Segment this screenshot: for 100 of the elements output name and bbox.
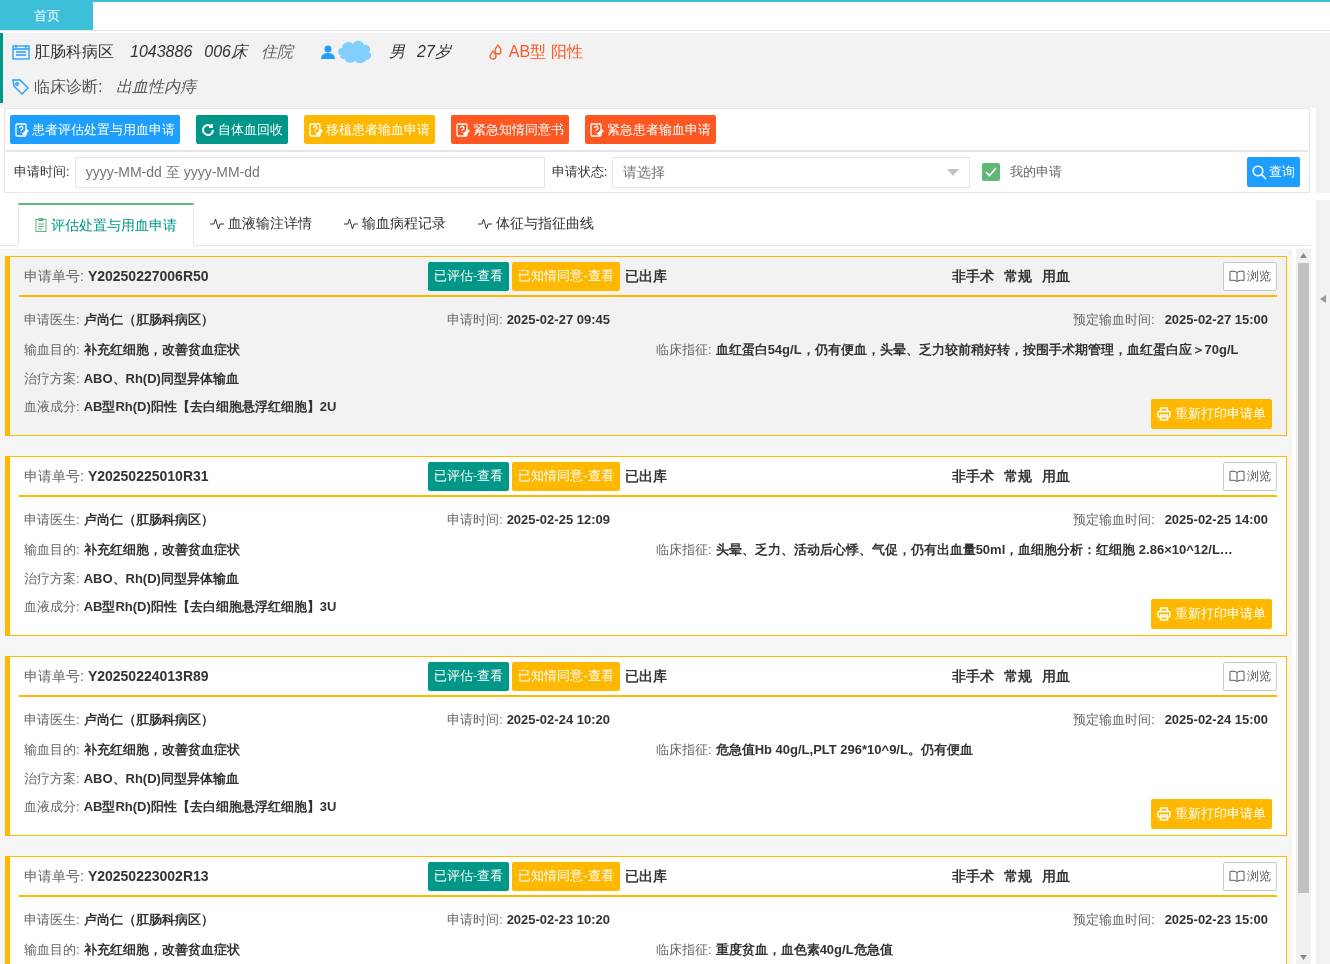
bed-number: 006床 bbox=[204, 42, 247, 62]
field-label: 临床指征: bbox=[656, 541, 712, 560]
delivery-status: 已出库 bbox=[624, 866, 667, 886]
field-value: 2025-02-25 12:09 bbox=[506, 511, 610, 530]
home-tab[interactable]: 首页 bbox=[0, 2, 93, 30]
action-button[interactable]: 紧急患者输血申请 bbox=[585, 115, 716, 144]
field-label: 输血目的: bbox=[24, 941, 80, 960]
status-filter-label: 申请状态: bbox=[551, 163, 608, 182]
browse-button[interactable]: 浏览 bbox=[1223, 261, 1277, 291]
field-value: 2025-02-27 15:00 bbox=[1164, 311, 1268, 330]
time-filter-label: 申请时间: bbox=[14, 163, 70, 182]
book-icon bbox=[1229, 270, 1245, 282]
application-tag: 常规 bbox=[1004, 465, 1032, 487]
browse-button[interactable]: 浏览 bbox=[1223, 461, 1277, 491]
field-value: 卢尚仁（肛肠科病区） bbox=[83, 511, 214, 530]
content-tab[interactable]: 体征与指征曲线 bbox=[462, 202, 610, 245]
mine-checkbox[interactable] bbox=[982, 163, 1001, 181]
field-label: 申请时间: bbox=[447, 311, 503, 330]
date-range-field[interactable]: yyyy-MM-dd 至 yyyy-MM-dd bbox=[74, 156, 545, 188]
field-label: 血液成分: bbox=[24, 398, 80, 417]
application-tag: 非手术 bbox=[952, 865, 994, 887]
application-tag: 常规 bbox=[1004, 665, 1032, 687]
printer-icon bbox=[1157, 607, 1171, 621]
browse-button[interactable]: 浏览 bbox=[1223, 661, 1277, 691]
application-tag: 常规 bbox=[1004, 265, 1032, 287]
content-tab[interactable]: 血液输注详情 bbox=[194, 202, 328, 245]
printer-icon bbox=[1157, 807, 1171, 821]
search-button[interactable]: 查询 bbox=[1247, 157, 1300, 187]
form-edit-icon bbox=[590, 122, 604, 137]
field-value: 卢尚仁（肛肠科病区） bbox=[83, 711, 214, 730]
pulse-icon bbox=[478, 217, 492, 230]
action-button[interactable]: 自体血回收 bbox=[196, 115, 288, 144]
blood-drops-icon bbox=[488, 44, 505, 60]
field-label: 输血目的: bbox=[24, 741, 80, 760]
field-label: 临床指征: bbox=[656, 941, 712, 960]
application-tag: 非手术 bbox=[952, 665, 994, 687]
field-value: 头晕、乏力、活动后心悸、气促，仍有出血量50ml，血细胞分析：红细胞 2.86×10^12/L… bbox=[715, 541, 1233, 560]
application-number-label: 申请单号: bbox=[23, 666, 84, 686]
scrollbar-thumb[interactable] bbox=[1298, 263, 1309, 893]
field-value: 补充红细胞，改善贫血症状 bbox=[83, 341, 240, 360]
action-button[interactable]: 紧急知情同意书 bbox=[451, 115, 569, 144]
application-tag: 非手术 bbox=[952, 265, 994, 287]
application-number-label: 申请单号: bbox=[23, 866, 84, 886]
field-label: 临床指征: bbox=[656, 341, 712, 360]
field-value: 2025-02-24 15:00 bbox=[1164, 711, 1268, 730]
field-value: 2025-02-24 10:20 bbox=[506, 711, 610, 730]
field-value: ABO、Rh(D)同型异体输血 bbox=[83, 370, 239, 389]
delivery-status: 已出库 bbox=[624, 666, 667, 686]
application-tag: 用血 bbox=[1042, 665, 1070, 687]
status-select[interactable]: 请选择 bbox=[612, 156, 971, 188]
mine-checkbox-label: 我的申请 bbox=[1010, 163, 1063, 182]
search-icon bbox=[1252, 164, 1267, 180]
field-label: 申请时间: bbox=[447, 911, 503, 930]
browse-button[interactable]: 浏览 bbox=[1223, 861, 1277, 891]
field-label: 预定输血时间: bbox=[1073, 911, 1155, 930]
field-label: 申请医生: bbox=[24, 511, 80, 530]
application-tag: 用血 bbox=[1042, 865, 1070, 887]
dropdown-caret-icon bbox=[947, 168, 960, 176]
field-value: 卢尚仁（肛肠科病区） bbox=[83, 911, 214, 930]
application-number-label: 申请单号: bbox=[23, 266, 84, 286]
application-number: Y20250224013R89 bbox=[87, 666, 210, 686]
status-badge-button[interactable]: 已评估-查看 bbox=[427, 461, 510, 491]
application-tag: 用血 bbox=[1042, 265, 1070, 287]
content-tab[interactable]: 评估处置与用血申请 bbox=[18, 203, 194, 246]
pulse-icon bbox=[344, 217, 358, 230]
field-value: 2025-02-25 14:00 bbox=[1164, 511, 1268, 530]
field-label: 申请医生: bbox=[24, 711, 80, 730]
book-icon bbox=[1229, 670, 1245, 682]
field-label: 预定输血时间: bbox=[1073, 311, 1155, 330]
field-label: 治疗方案: bbox=[24, 370, 80, 389]
status-badge-button[interactable]: 已评估-查看 bbox=[427, 861, 510, 891]
field-value: ABO、Rh(D)同型异体输血 bbox=[83, 570, 239, 589]
status-badge-button[interactable]: 已评估-查看 bbox=[427, 261, 510, 291]
scroll-up-arrow-icon[interactable] bbox=[1300, 253, 1307, 258]
field-value: AB型Rh(D)阳性【去白细胞悬浮红细胞】3U bbox=[83, 598, 337, 617]
inpatient-number: 1043886 bbox=[130, 42, 193, 62]
action-button[interactable]: 患者评估处置与用血申请 bbox=[10, 115, 180, 144]
field-value: 重度贫血，血色素40g/L危急值 bbox=[715, 941, 893, 960]
field-value: ABO、Rh(D)同型异体输血 bbox=[83, 770, 239, 789]
field-label: 输血目的: bbox=[24, 341, 80, 360]
field-value: 补充红细胞，改善贫血症状 bbox=[83, 541, 240, 560]
field-value: 补充红细胞，改善贫血症状 bbox=[83, 741, 240, 760]
field-label: 预定输血时间: bbox=[1073, 511, 1155, 530]
field-value: 危急值Hb 40g/L,PLT 296*10^9/L。仍有便血 bbox=[715, 741, 973, 760]
patient-age: 27岁 bbox=[417, 42, 451, 62]
pulse-icon bbox=[210, 217, 224, 230]
calendar-icon bbox=[12, 44, 30, 60]
printer-icon bbox=[1157, 407, 1171, 421]
scroll-down-arrow-icon[interactable] bbox=[1300, 955, 1307, 960]
field-value: 卢尚仁（肛肠科病区） bbox=[83, 311, 214, 330]
patient-gender: 男 bbox=[389, 42, 405, 62]
field-label: 申请时间: bbox=[447, 711, 503, 730]
field-value: AB型Rh(D)阳性【去白细胞悬浮红细胞】2U bbox=[83, 398, 337, 417]
field-label: 申请医生: bbox=[24, 911, 80, 930]
field-label: 血液成分: bbox=[24, 798, 80, 817]
field-label: 治疗方案: bbox=[24, 570, 80, 589]
status-badge-button[interactable]: 已评估-查看 bbox=[427, 661, 510, 691]
content-tab[interactable]: 输血病程记录 bbox=[328, 202, 462, 245]
form-edit-icon bbox=[456, 122, 470, 137]
collapse-caret-icon bbox=[1320, 295, 1326, 303]
